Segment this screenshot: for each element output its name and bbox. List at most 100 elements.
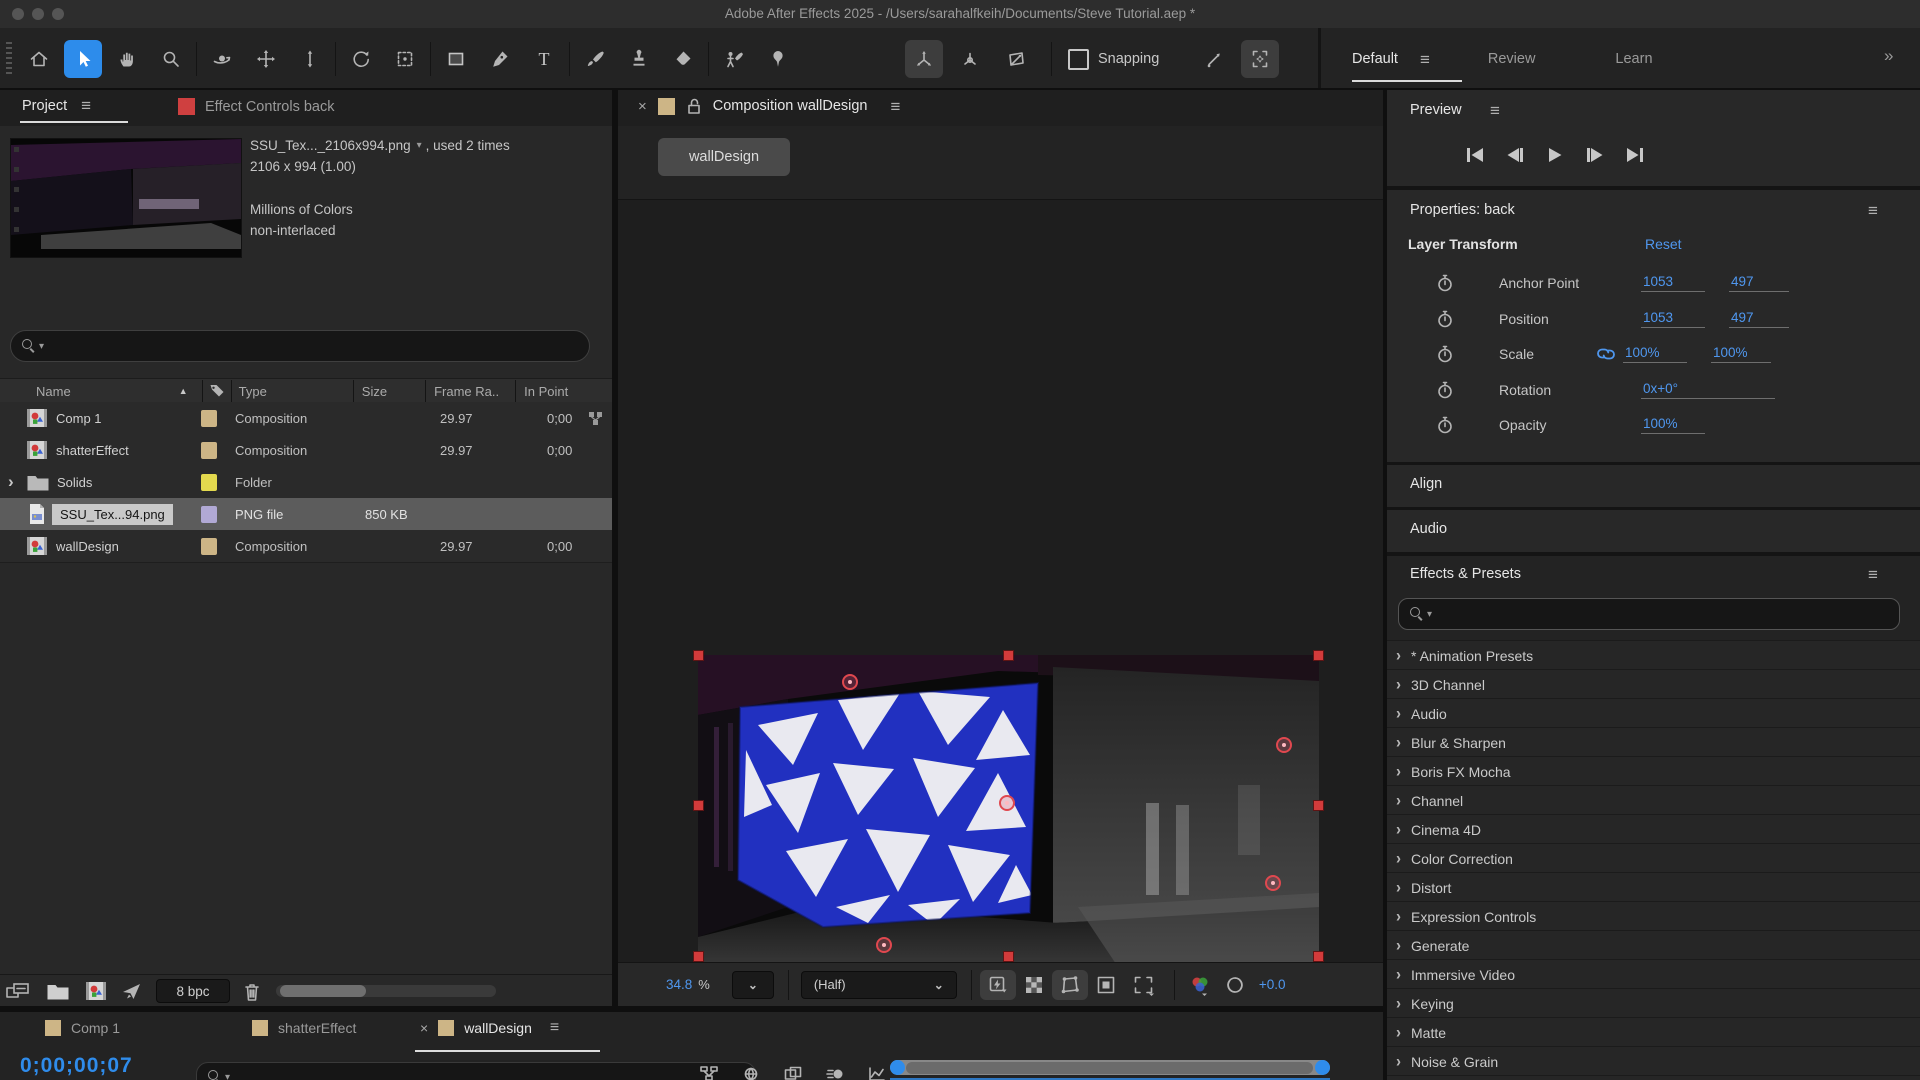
clone-stamp-tool-button[interactable] (620, 40, 658, 78)
composition-image[interactable] (698, 655, 1319, 967)
row-name[interactable]: wallDesign (56, 539, 119, 554)
effects-category[interactable]: ›Blur & Sharpen (1387, 727, 1920, 757)
anchor-point-y-value[interactable]: 497 (1729, 274, 1789, 292)
resolution-dropdown[interactable]: (Half) ⌄ (801, 971, 957, 999)
project-table-header[interactable]: Name ▲ Type Size Frame Ra.. In Point (0, 378, 612, 404)
column-in-point[interactable]: In Point (524, 384, 568, 399)
table-row-png-selected[interactable]: SSU_Tex...94.png PNG file 850 KB (0, 498, 612, 531)
column-type[interactable]: Type (239, 384, 267, 399)
effects-category[interactable]: ›* Animation Presets (1387, 640, 1920, 670)
anchor-point-x-value[interactable]: 1053 (1641, 274, 1705, 292)
timeline-search-input[interactable]: ▾ (196, 1062, 756, 1080)
preview-title[interactable]: Preview (1410, 102, 1462, 118)
composition-tab-close-icon[interactable]: × (638, 98, 647, 115)
scale-y-value[interactable]: 100% (1711, 345, 1771, 363)
row-name[interactable]: shatterEffect (56, 443, 129, 458)
effects-category[interactable]: ›Color Correction (1387, 843, 1920, 873)
magnification-dropdown[interactable]: ⌄ (732, 971, 774, 999)
snapping-checkbox[interactable] (1068, 49, 1089, 70)
brush-tool-button[interactable] (576, 40, 614, 78)
effects-category[interactable]: ›Obsolete (1387, 1075, 1920, 1080)
roto-brush-tool-button[interactable] (715, 40, 753, 78)
align-section[interactable]: Align (1387, 465, 1920, 507)
workspace-tab-default[interactable]: Default (1352, 51, 1398, 67)
pan-camera-tool-button[interactable] (247, 40, 285, 78)
trash-icon[interactable] (242, 981, 262, 1002)
first-frame-button[interactable] (1463, 144, 1487, 166)
view-axis-mode-button[interactable] (997, 40, 1035, 78)
last-frame-button[interactable] (1623, 144, 1647, 166)
row-name[interactable]: Solids (57, 475, 92, 490)
scrollbar-thumb[interactable] (906, 1062, 1313, 1074)
label-color-swatch[interactable] (201, 506, 217, 523)
next-frame-button[interactable] (1583, 144, 1607, 166)
selection-handle-mid-left[interactable] (693, 800, 704, 811)
table-row-walldesign[interactable]: wallDesign Composition 29.97 0;00 (0, 530, 612, 563)
new-composition-icon[interactable] (84, 981, 108, 1001)
local-axis-mode-button[interactable] (905, 40, 943, 78)
column-size[interactable]: Size (362, 384, 387, 399)
current-time-display[interactable]: 0;00;00;07 (20, 1054, 133, 1078)
world-axis-mode-button[interactable] (951, 40, 989, 78)
property-label[interactable]: Anchor Point (1499, 275, 1629, 291)
timeline-panel-menu-icon[interactable]: ≡ (550, 1020, 559, 1036)
rocket-icon[interactable] (120, 981, 142, 1001)
timeline-tab-comp1[interactable]: Comp 1 (45, 1020, 120, 1036)
property-label[interactable]: Position (1499, 311, 1629, 327)
toolbar-grip[interactable] (6, 42, 12, 76)
orbit-camera-tool-button[interactable] (203, 40, 241, 78)
scrollbar-left-handle[interactable] (890, 1060, 905, 1075)
selection-handle-mid-right[interactable] (1313, 800, 1324, 811)
effect-control-point[interactable] (842, 674, 858, 690)
property-label[interactable]: Opacity (1499, 417, 1629, 433)
composition-mini-flowchart-icon[interactable] (700, 1066, 718, 1080)
snap-beyond-edges-button[interactable] (1195, 40, 1233, 78)
property-label[interactable]: Scale (1499, 346, 1595, 362)
effect-control-point[interactable] (876, 937, 892, 953)
workspace-tab-learn[interactable]: Learn (1615, 51, 1652, 67)
table-row-solids[interactable]: › Solids Folder (0, 466, 612, 499)
stopwatch-icon[interactable] (1435, 343, 1455, 365)
composition-panel-menu-icon[interactable]: ≡ (891, 98, 901, 115)
new-folder-icon[interactable] (46, 982, 70, 1001)
align-title[interactable]: Align (1410, 476, 1442, 492)
scrollbar-right-handle[interactable] (1315, 1060, 1330, 1075)
selection-handle-top-left[interactable] (693, 650, 704, 661)
magnification-value[interactable]: 34.8 (666, 977, 692, 992)
snap-features-button[interactable] (1241, 40, 1279, 78)
table-row-shattereffect[interactable]: shatterEffect Composition 29.97 0;00 (0, 434, 612, 467)
channel-rgb-button[interactable] (1181, 970, 1219, 1000)
selection-handle-top-right[interactable] (1313, 650, 1324, 661)
timeline-zoom-scrollbar[interactable] (890, 1060, 1330, 1075)
effects-category[interactable]: ›3D Channel (1387, 669, 1920, 699)
label-color-column-icon[interactable] (208, 382, 226, 400)
sort-ascending-icon[interactable]: ▲ (179, 386, 188, 396)
property-label[interactable]: Rotation (1499, 382, 1629, 398)
selection-tool-button[interactable] (64, 40, 102, 78)
exposure-reset-icon[interactable] (1219, 970, 1251, 1000)
mask-visibility-button[interactable] (1052, 970, 1088, 1000)
previous-frame-button[interactable] (1503, 144, 1527, 166)
tab-effect-controls[interactable]: Effect Controls back (178, 98, 335, 115)
selection-handle-bottom-right[interactable] (1313, 951, 1324, 962)
selection-handle-bottom-left[interactable] (693, 951, 704, 962)
link-icon[interactable] (1595, 345, 1617, 363)
label-color-swatch[interactable] (201, 474, 217, 491)
effects-category[interactable]: ›Matte (1387, 1017, 1920, 1047)
row-name[interactable]: Comp 1 (56, 411, 102, 426)
label-color-swatch[interactable] (201, 410, 217, 427)
transparency-grid-button[interactable] (1016, 970, 1052, 1000)
audio-title[interactable]: Audio (1410, 521, 1447, 537)
bpc-button[interactable]: 8 bpc (156, 979, 230, 1003)
workspace-default-menu-icon[interactable]: ≡ (1420, 51, 1430, 68)
scale-x-value[interactable]: 100% (1623, 345, 1687, 363)
puppet-pin-tool-button[interactable] (759, 40, 797, 78)
rotation-value[interactable]: 0x+0° (1641, 381, 1775, 399)
effect-control-point[interactable] (999, 795, 1015, 811)
row-name-selected[interactable]: SSU_Tex...94.png (52, 504, 173, 525)
stopwatch-icon[interactable] (1435, 308, 1455, 330)
effects-category[interactable]: ›Keying (1387, 988, 1920, 1018)
camera-track-tool-button[interactable] (386, 40, 424, 78)
rotation-tool-button[interactable] (342, 40, 380, 78)
draft-3d-icon[interactable] (742, 1066, 760, 1080)
